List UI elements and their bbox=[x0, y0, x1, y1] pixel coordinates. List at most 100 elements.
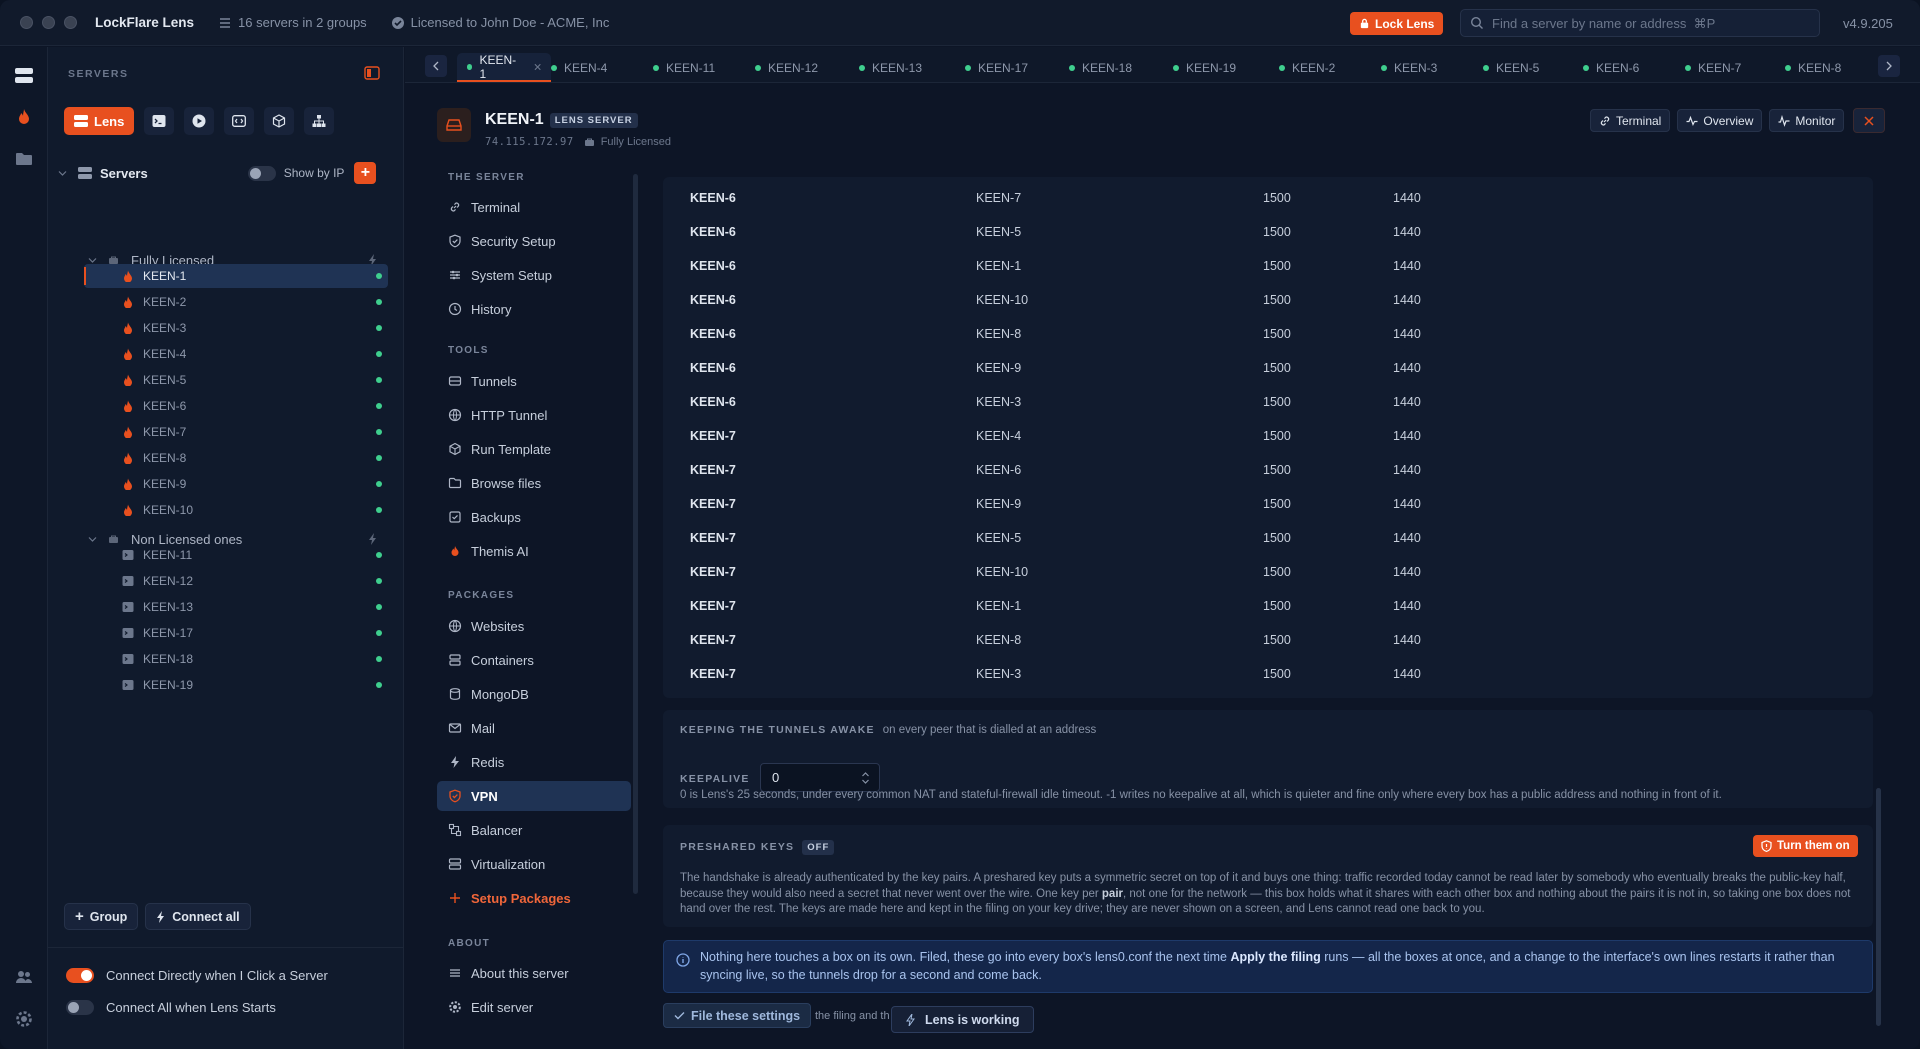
server-tab[interactable]: KEEN-11 bbox=[653, 53, 715, 82]
preshared-keys-panel: PRESHARED KEYS OFF Turn them on The hands… bbox=[663, 825, 1873, 927]
nav-item-websites[interactable]: Websites bbox=[437, 611, 631, 641]
nav-item-about-this-server[interactable]: About this server bbox=[437, 958, 631, 988]
server-tab[interactable]: KEEN-8 bbox=[1785, 53, 1841, 82]
server-tab[interactable]: KEEN-4 bbox=[551, 53, 607, 82]
server-tab[interactable]: KEEN-12 bbox=[755, 53, 818, 82]
server-tab[interactable]: KEEN-17 bbox=[965, 53, 1028, 82]
sidebar-server-item[interactable]: KEEN-17 bbox=[84, 621, 388, 645]
nav-scrollbar[interactable] bbox=[633, 174, 638, 894]
connect-directly-label: Connect Directly when I Click a Server bbox=[106, 968, 328, 983]
sidebar-server-item[interactable]: KEEN-9 bbox=[84, 472, 388, 496]
server-tab[interactable]: KEEN-13 bbox=[859, 53, 922, 82]
sidebar-server-item[interactable]: KEEN-5 bbox=[84, 368, 388, 392]
search-input[interactable] bbox=[1492, 15, 1812, 31]
nav-item-mail[interactable]: Mail bbox=[437, 713, 631, 743]
sidebar-server-item[interactable]: KEEN-10 bbox=[84, 498, 388, 522]
connect-directly-toggle[interactable] bbox=[66, 968, 94, 983]
sidebar-server-item[interactable]: KEEN-1 bbox=[84, 264, 388, 288]
peer-from: KEEN-6 bbox=[690, 225, 736, 239]
terminal-button[interactable]: Terminal bbox=[1590, 109, 1671, 132]
sidebar-server-item[interactable]: KEEN-4 bbox=[84, 342, 388, 366]
sidebar-server-item[interactable]: KEEN-8 bbox=[84, 446, 388, 470]
nav-item-setup-packages[interactable]: Setup Packages bbox=[437, 883, 631, 913]
close-server-button[interactable] bbox=[1853, 108, 1885, 133]
content-scrollbar[interactable] bbox=[1876, 788, 1881, 1026]
connect-all-button[interactable]: Connect all bbox=[145, 903, 251, 930]
nav-item-http-tunnel[interactable]: HTTP Tunnel bbox=[437, 400, 631, 430]
server-tab[interactable]: KEEN-2 bbox=[1279, 53, 1335, 82]
network-tool-button[interactable] bbox=[304, 107, 335, 135]
server-tab[interactable]: KEEN-5 bbox=[1483, 53, 1539, 82]
sidebar-server-item[interactable]: KEEN-6 bbox=[84, 394, 388, 418]
package-tool-button[interactable] bbox=[264, 107, 295, 135]
server-tab[interactable]: KEEN-7 bbox=[1685, 53, 1741, 82]
nav-item-themis-ai[interactable]: Themis AI bbox=[437, 536, 631, 566]
peer-from: KEEN-7 bbox=[690, 497, 736, 511]
show-by-ip-toggle[interactable] bbox=[247, 165, 276, 181]
server-tab[interactable]: KEEN-18 bbox=[1069, 53, 1132, 82]
nav-item-security-setup[interactable]: Security Setup bbox=[437, 226, 631, 256]
add-server-button[interactable]: + bbox=[354, 162, 377, 184]
sidebar-server-item[interactable]: KEEN-11 bbox=[84, 543, 388, 567]
lock-lens-button[interactable]: Lock Lens bbox=[1350, 12, 1444, 35]
terminal-tool-button[interactable] bbox=[144, 107, 175, 135]
server-tab[interactable]: KEEN-6 bbox=[1583, 53, 1639, 82]
turn-on-psk-button[interactable]: Turn them on bbox=[1753, 835, 1858, 857]
table-row: KEEN-6 KEEN-8 1500 1440 bbox=[663, 317, 1873, 351]
nav-item-mongodb[interactable]: MongoDB bbox=[437, 679, 631, 709]
chevron-down-icon[interactable] bbox=[58, 169, 67, 178]
mtu-value: 1500 bbox=[1263, 463, 1291, 477]
status-online-dot bbox=[653, 64, 659, 71]
nav-item-backups[interactable]: Backups bbox=[437, 502, 631, 532]
play-tool-button[interactable] bbox=[184, 107, 215, 135]
server-tab[interactable]: KEEN-3 bbox=[1381, 53, 1437, 82]
nav-item-balancer[interactable]: Balancer bbox=[437, 815, 631, 845]
tabs-prev-button[interactable] bbox=[425, 55, 447, 77]
close-icon[interactable] bbox=[534, 63, 541, 71]
nav-item-system-setup[interactable]: System Setup bbox=[437, 260, 631, 290]
folder-icon[interactable] bbox=[12, 147, 36, 171]
settings-gear-icon[interactable] bbox=[12, 1007, 36, 1031]
monitor-button[interactable]: Monitor bbox=[1769, 109, 1845, 132]
server-tab[interactable]: KEEN-1 bbox=[457, 53, 551, 82]
minimize-window-button[interactable] bbox=[42, 16, 55, 29]
add-group-button[interactable]: + Group bbox=[64, 903, 139, 930]
mtu-value: 1500 bbox=[1263, 225, 1291, 239]
sidebar-server-item[interactable]: KEEN-18 bbox=[84, 647, 388, 671]
nav-item-history[interactable]: History bbox=[437, 294, 631, 324]
overview-button[interactable]: Overview bbox=[1677, 109, 1763, 132]
connect-all-start-toggle[interactable] bbox=[66, 1000, 94, 1015]
nav-item-browse-files[interactable]: Browse files bbox=[437, 468, 631, 498]
servers-icon[interactable] bbox=[12, 64, 36, 88]
sidebar-server-item[interactable]: KEEN-7 bbox=[84, 420, 388, 444]
file-settings-button[interactable]: File these settings bbox=[663, 1003, 812, 1028]
nav-item-virtualization[interactable]: Virtualization bbox=[437, 849, 631, 879]
nav-item-run-template[interactable]: Run Template bbox=[437, 434, 631, 464]
servers-root[interactable]: Servers Show by IP + bbox=[58, 162, 394, 184]
stepper-icon[interactable] bbox=[861, 770, 870, 786]
nav-item-redis[interactable]: Redis bbox=[437, 747, 631, 777]
lens-button[interactable]: Lens bbox=[64, 107, 135, 135]
sidebar-server-item[interactable]: KEEN-2 bbox=[84, 290, 388, 314]
nav-item-containers[interactable]: Containers bbox=[437, 645, 631, 675]
tabs-next-button[interactable] bbox=[1878, 55, 1900, 77]
sidebar-server-item[interactable]: KEEN-13 bbox=[84, 595, 388, 619]
sidebar-collapse-icon[interactable] bbox=[364, 66, 380, 80]
nav-item-edit-server[interactable]: Edit server bbox=[437, 992, 631, 1022]
server-tab[interactable]: KEEN-19 bbox=[1173, 53, 1236, 82]
sidebar-server-item[interactable]: KEEN-12 bbox=[84, 569, 388, 593]
sidebar-server-item[interactable]: KEEN-3 bbox=[84, 316, 388, 340]
code-tool-button[interactable] bbox=[224, 107, 255, 135]
activity-icon bbox=[1778, 114, 1790, 127]
nav-item-tunnels[interactable]: Tunnels bbox=[437, 366, 631, 396]
flame-icon[interactable] bbox=[12, 105, 36, 129]
nav-item-vpn[interactable]: VPN bbox=[437, 781, 631, 811]
mss-value: 1440 bbox=[1393, 327, 1421, 341]
sidebar-server-item[interactable]: KEEN-19 bbox=[84, 673, 388, 697]
close-window-button[interactable] bbox=[20, 16, 33, 29]
server-search[interactable] bbox=[1460, 9, 1820, 37]
users-icon[interactable] bbox=[12, 965, 36, 989]
status-online-dot bbox=[376, 351, 382, 357]
nav-item-terminal[interactable]: Terminal bbox=[437, 192, 631, 222]
zoom-window-button[interactable] bbox=[64, 16, 77, 29]
